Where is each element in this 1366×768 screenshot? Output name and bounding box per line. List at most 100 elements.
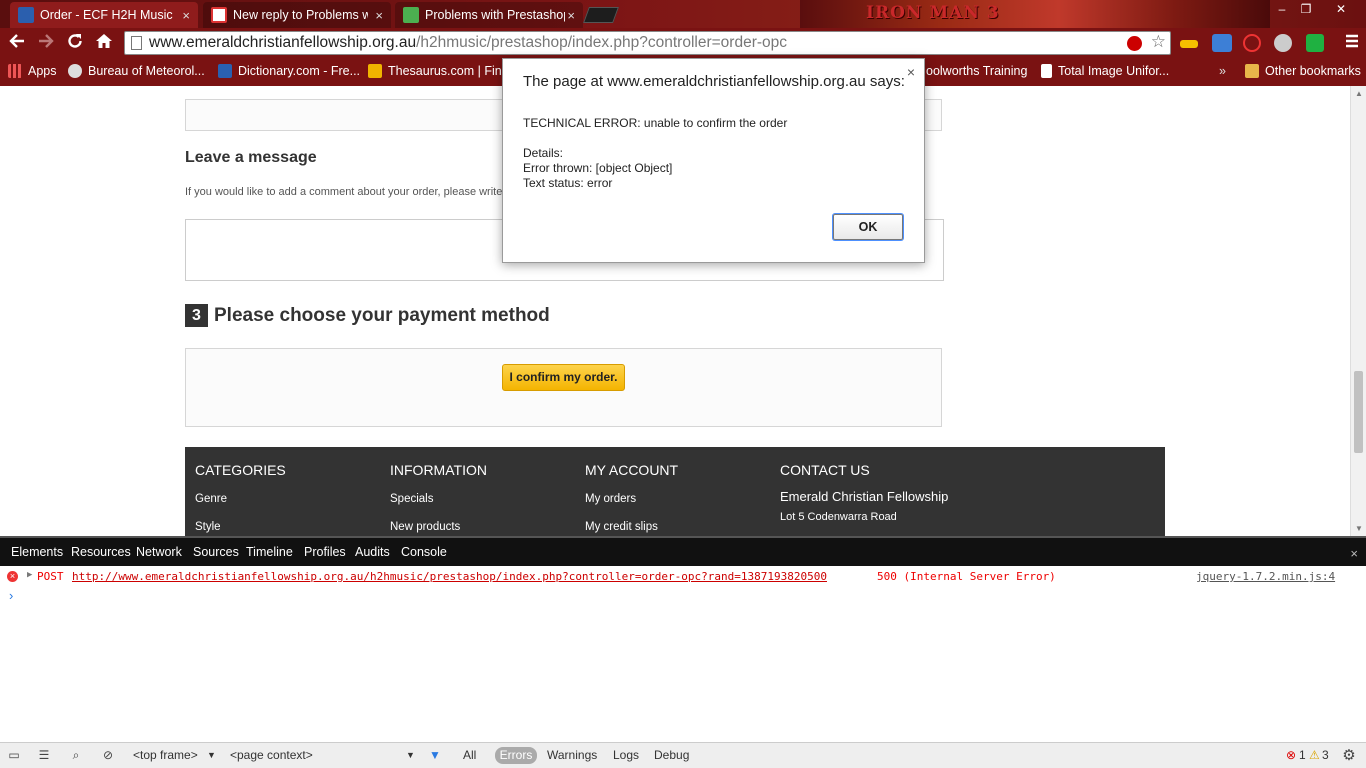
footer-categories-heading: CATEGORIES bbox=[195, 462, 286, 478]
footer-link-specials[interactable]: Specials bbox=[390, 493, 433, 505]
tab-new-reply[interactable]: New reply to Problems wi × bbox=[203, 2, 391, 28]
error-count-icon[interactable]: ⊗ bbox=[1286, 748, 1296, 762]
error-icon: × bbox=[7, 571, 18, 582]
devtools-tab-timeline[interactable]: Timeline bbox=[246, 545, 293, 559]
devtools-close-icon[interactable]: × bbox=[1350, 546, 1358, 561]
footer-link-style[interactable]: Style bbox=[195, 521, 221, 533]
adblock-icon[interactable] bbox=[1127, 36, 1142, 51]
url-path: /h2hmusic/prestashop/index.php?controlle… bbox=[416, 34, 788, 51]
bookmark-apps[interactable]: Apps bbox=[8, 62, 57, 80]
devtools-tab-audits[interactable]: Audits bbox=[355, 545, 390, 559]
tab-close-icon[interactable]: × bbox=[567, 8, 575, 23]
extension-green-icon[interactable] bbox=[1306, 34, 1324, 52]
clear-console-icon[interactable]: ⊘ bbox=[100, 748, 116, 764]
filter-logs[interactable]: Logs bbox=[613, 748, 639, 762]
dialog-title: The page at www.emeraldchristianfellowsh… bbox=[523, 73, 905, 90]
footer-link-my-orders[interactable]: My orders bbox=[585, 493, 636, 505]
footer-contact-name: Emerald Christian Fellowship bbox=[780, 489, 949, 504]
tab-close-icon[interactable]: × bbox=[375, 8, 383, 23]
expand-arrow-icon[interactable]: ▶ bbox=[27, 570, 32, 580]
filter-all[interactable]: All bbox=[463, 748, 476, 762]
bookmark-dictionary[interactable]: Dictionary.com - Fre... bbox=[218, 62, 360, 80]
context-select[interactable]: <page context> bbox=[230, 748, 313, 762]
scrollbar-thumb[interactable] bbox=[1354, 371, 1363, 453]
bookmark-total-image[interactable]: Total Image Unifor... bbox=[1041, 62, 1169, 80]
console-error-row: × ▶ POST http://www.emeraldchristianfell… bbox=[0, 568, 1366, 586]
filter-errors[interactable]: Errors bbox=[495, 747, 537, 764]
devtools-tab-sources[interactable]: Sources bbox=[193, 545, 239, 559]
dialog-text-status: Text status: error bbox=[523, 176, 613, 190]
bookmark-label: Bureau of Meteorol... bbox=[88, 64, 205, 78]
source-link[interactable]: jquery-1.7.2.min.js:4 bbox=[1196, 570, 1335, 583]
tab-prestashop-problems[interactable]: Problems with Prestashop × bbox=[395, 2, 583, 28]
leave-message-hint: If you would like to add a comment about… bbox=[185, 186, 503, 198]
scroll-up-icon[interactable]: ▲ bbox=[1355, 89, 1363, 98]
restore-icon[interactable]: ❐ bbox=[1294, 2, 1318, 18]
devtools-tab-elements[interactable]: Elements bbox=[11, 545, 63, 559]
page-scrollbar[interactable]: ▲ ▼ bbox=[1350, 86, 1366, 536]
dialog-close-icon[interactable]: × bbox=[907, 64, 915, 80]
footer-link-genre[interactable]: Genre bbox=[195, 493, 227, 505]
payment-method-title: Please choose your payment method bbox=[214, 305, 550, 326]
tab-strip: Order - ECF H2H Music × New reply to Pro… bbox=[0, 0, 1366, 28]
extension-calendar-icon[interactable] bbox=[1212, 34, 1232, 52]
filter-debug[interactable]: Debug bbox=[654, 748, 689, 762]
dialog-ok-button[interactable]: OK bbox=[833, 214, 903, 240]
tab-close-icon[interactable]: × bbox=[182, 8, 190, 23]
show-drawer-icon[interactable]: ☰ bbox=[36, 748, 52, 764]
page-icon bbox=[1041, 64, 1052, 78]
devtools-tab-profiles[interactable]: Profiles bbox=[304, 545, 346, 559]
star-bookmark-icon[interactable]: ☆ bbox=[1151, 32, 1166, 53]
frame-select[interactable]: <top frame> bbox=[133, 748, 198, 762]
devtools-tab-resources[interactable]: Resources bbox=[71, 545, 131, 559]
settings-gear-icon[interactable]: ⚙ bbox=[1341, 746, 1357, 764]
confirm-order-button[interactable]: I confirm my order. bbox=[502, 364, 625, 391]
home-icon[interactable] bbox=[92, 32, 116, 54]
bookmark-label: Thesaurus.com | Fin... bbox=[388, 64, 513, 78]
window-close-icon[interactable]: ✕ bbox=[1328, 2, 1354, 18]
request-url-link[interactable]: http://www.emeraldchristianfellowship.or… bbox=[72, 570, 827, 583]
bookmark-bureau[interactable]: Bureau of Meteorol... bbox=[68, 62, 205, 80]
footer-account-heading: MY ACCOUNT bbox=[585, 462, 679, 478]
menu-icon[interactable] bbox=[1340, 33, 1364, 55]
extension-globe-icon[interactable] bbox=[1274, 34, 1292, 52]
bookmark-label: Other bookmarks bbox=[1265, 64, 1361, 78]
bookmark-label: oolworths Training bbox=[926, 64, 1028, 78]
footer-link-credit-slips[interactable]: My credit slips bbox=[585, 521, 658, 533]
warning-count-icon[interactable]: ⚠ bbox=[1309, 748, 1320, 762]
devtools-tab-console[interactable]: Console bbox=[401, 545, 447, 559]
request-status: 500 (Internal Server Error) bbox=[877, 570, 1056, 583]
chevron-down-icon[interactable]: ▼ bbox=[406, 750, 415, 760]
tab-order-ecf[interactable]: Order - ECF H2H Music × bbox=[10, 2, 198, 28]
footer-link-new-products[interactable]: New products bbox=[390, 521, 460, 533]
new-tab-button[interactable] bbox=[583, 7, 619, 23]
forward-icon[interactable] bbox=[34, 32, 58, 54]
bookmark-woolworths[interactable]: oolworths Training bbox=[926, 62, 1027, 80]
thesaurus-favicon-icon bbox=[368, 64, 382, 78]
bookmarks-overflow-button[interactable]: » bbox=[1219, 62, 1226, 80]
footer-contact-heading: CONTACT US bbox=[780, 462, 870, 478]
extension-key-icon[interactable] bbox=[1180, 40, 1198, 48]
filter-warnings[interactable]: Warnings bbox=[547, 748, 597, 762]
extension-opera-icon[interactable] bbox=[1243, 34, 1261, 52]
filter-icon[interactable]: ▼ bbox=[427, 748, 443, 764]
bookmark-thesaurus[interactable]: Thesaurus.com | Fin... bbox=[368, 62, 512, 80]
tab-title: Order - ECF H2H Music bbox=[40, 8, 173, 22]
console-prompt[interactable]: › bbox=[9, 588, 13, 603]
chevron-down-icon[interactable]: ▼ bbox=[207, 750, 216, 760]
bookmark-label: Total Image Unifor... bbox=[1058, 64, 1170, 78]
alert-dialog: The page at www.emeraldchristianfellowsh… bbox=[502, 58, 925, 263]
other-bookmarks[interactable]: Other bookmarks bbox=[1245, 62, 1361, 80]
apps-grid-icon bbox=[8, 64, 22, 78]
gmail-icon bbox=[211, 7, 227, 23]
scroll-down-icon[interactable]: ▼ bbox=[1355, 524, 1363, 533]
reload-icon[interactable] bbox=[63, 32, 87, 54]
back-icon[interactable] bbox=[5, 32, 29, 54]
address-bar[interactable]: www.emeraldchristianfellowship.org.au/h2… bbox=[124, 31, 1171, 55]
minimize-icon[interactable]: – bbox=[1270, 2, 1294, 18]
dock-icon[interactable]: ▭ bbox=[6, 748, 22, 764]
devtools-tab-network[interactable]: Network bbox=[136, 545, 182, 559]
page-icon bbox=[131, 36, 142, 50]
search-icon[interactable]: ⌕ bbox=[68, 748, 84, 764]
warning-count: 3 bbox=[1322, 748, 1329, 762]
